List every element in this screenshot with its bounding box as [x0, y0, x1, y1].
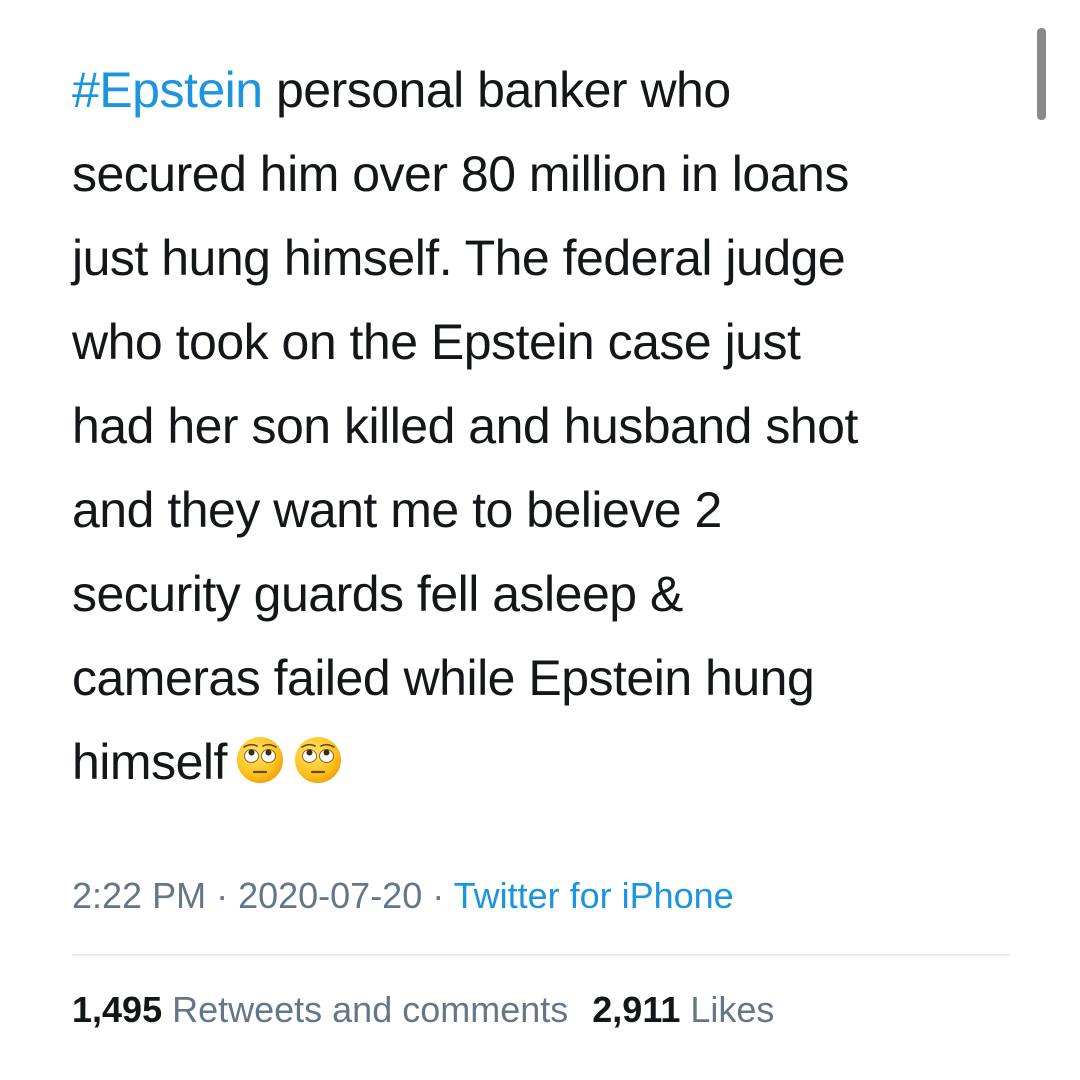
tweet-line-8: cameras failed while Epstein hung — [72, 650, 815, 706]
tweet-line-text: himself — [72, 734, 227, 790]
tweet-line-4: who took on the Epstein case just — [72, 314, 801, 370]
tweet-line-9: himself — [72, 720, 1012, 804]
rolling-eyes-emoji-icon — [236, 737, 283, 783]
likes-stat[interactable]: 2,911 Likes — [592, 989, 774, 1030]
tweet-line-text: personal banker who — [262, 62, 731, 118]
divider — [72, 954, 1010, 956]
meta-separator: · — [422, 875, 454, 916]
meta-separator: · — [206, 875, 239, 916]
likes-count: 2,911 — [592, 989, 681, 1030]
tweet-text: #Epstein personal banker who secured him… — [72, 48, 1012, 804]
tweet-stats: 1,495 Retweets and comments 2,911 Likes — [72, 984, 774, 1036]
tweet-date[interactable]: 2020-07-20 — [238, 875, 422, 916]
tweet-line-7: security guards fell asleep & — [72, 566, 683, 622]
retweets-stat[interactable]: 1,495 Retweets and comments — [72, 989, 568, 1030]
tweet-time[interactable]: 2:22 PM — [72, 875, 206, 916]
hashtag-link[interactable]: #Epstein — [72, 62, 263, 118]
tweet-line-5: had her son killed and husband shot — [72, 398, 858, 454]
retweets-count: 1,495 — [72, 989, 163, 1030]
tweet: #Epstein personal banker who secured him… — [72, 48, 1012, 804]
tweet-source-link[interactable]: Twitter for iPhone — [454, 875, 734, 916]
scrollbar[interactable] — [1037, 28, 1046, 120]
tweet-line-3: just hung himself. The federal judge — [72, 230, 846, 286]
tweet-line-1: #Epstein personal banker who — [72, 48, 1012, 132]
tweet-line-6: and they want me to believe 2 — [72, 482, 722, 538]
tweet-line-2: secured him over 80 million in loans — [72, 146, 849, 202]
rolling-eyes-emoji-icon — [294, 737, 341, 783]
tweet-meta: 2:22 PM · 2020-07-20 · Twitter for iPhon… — [72, 868, 734, 924]
likes-label: Likes — [680, 989, 775, 1030]
retweets-label: Retweets and comments — [162, 989, 569, 1030]
